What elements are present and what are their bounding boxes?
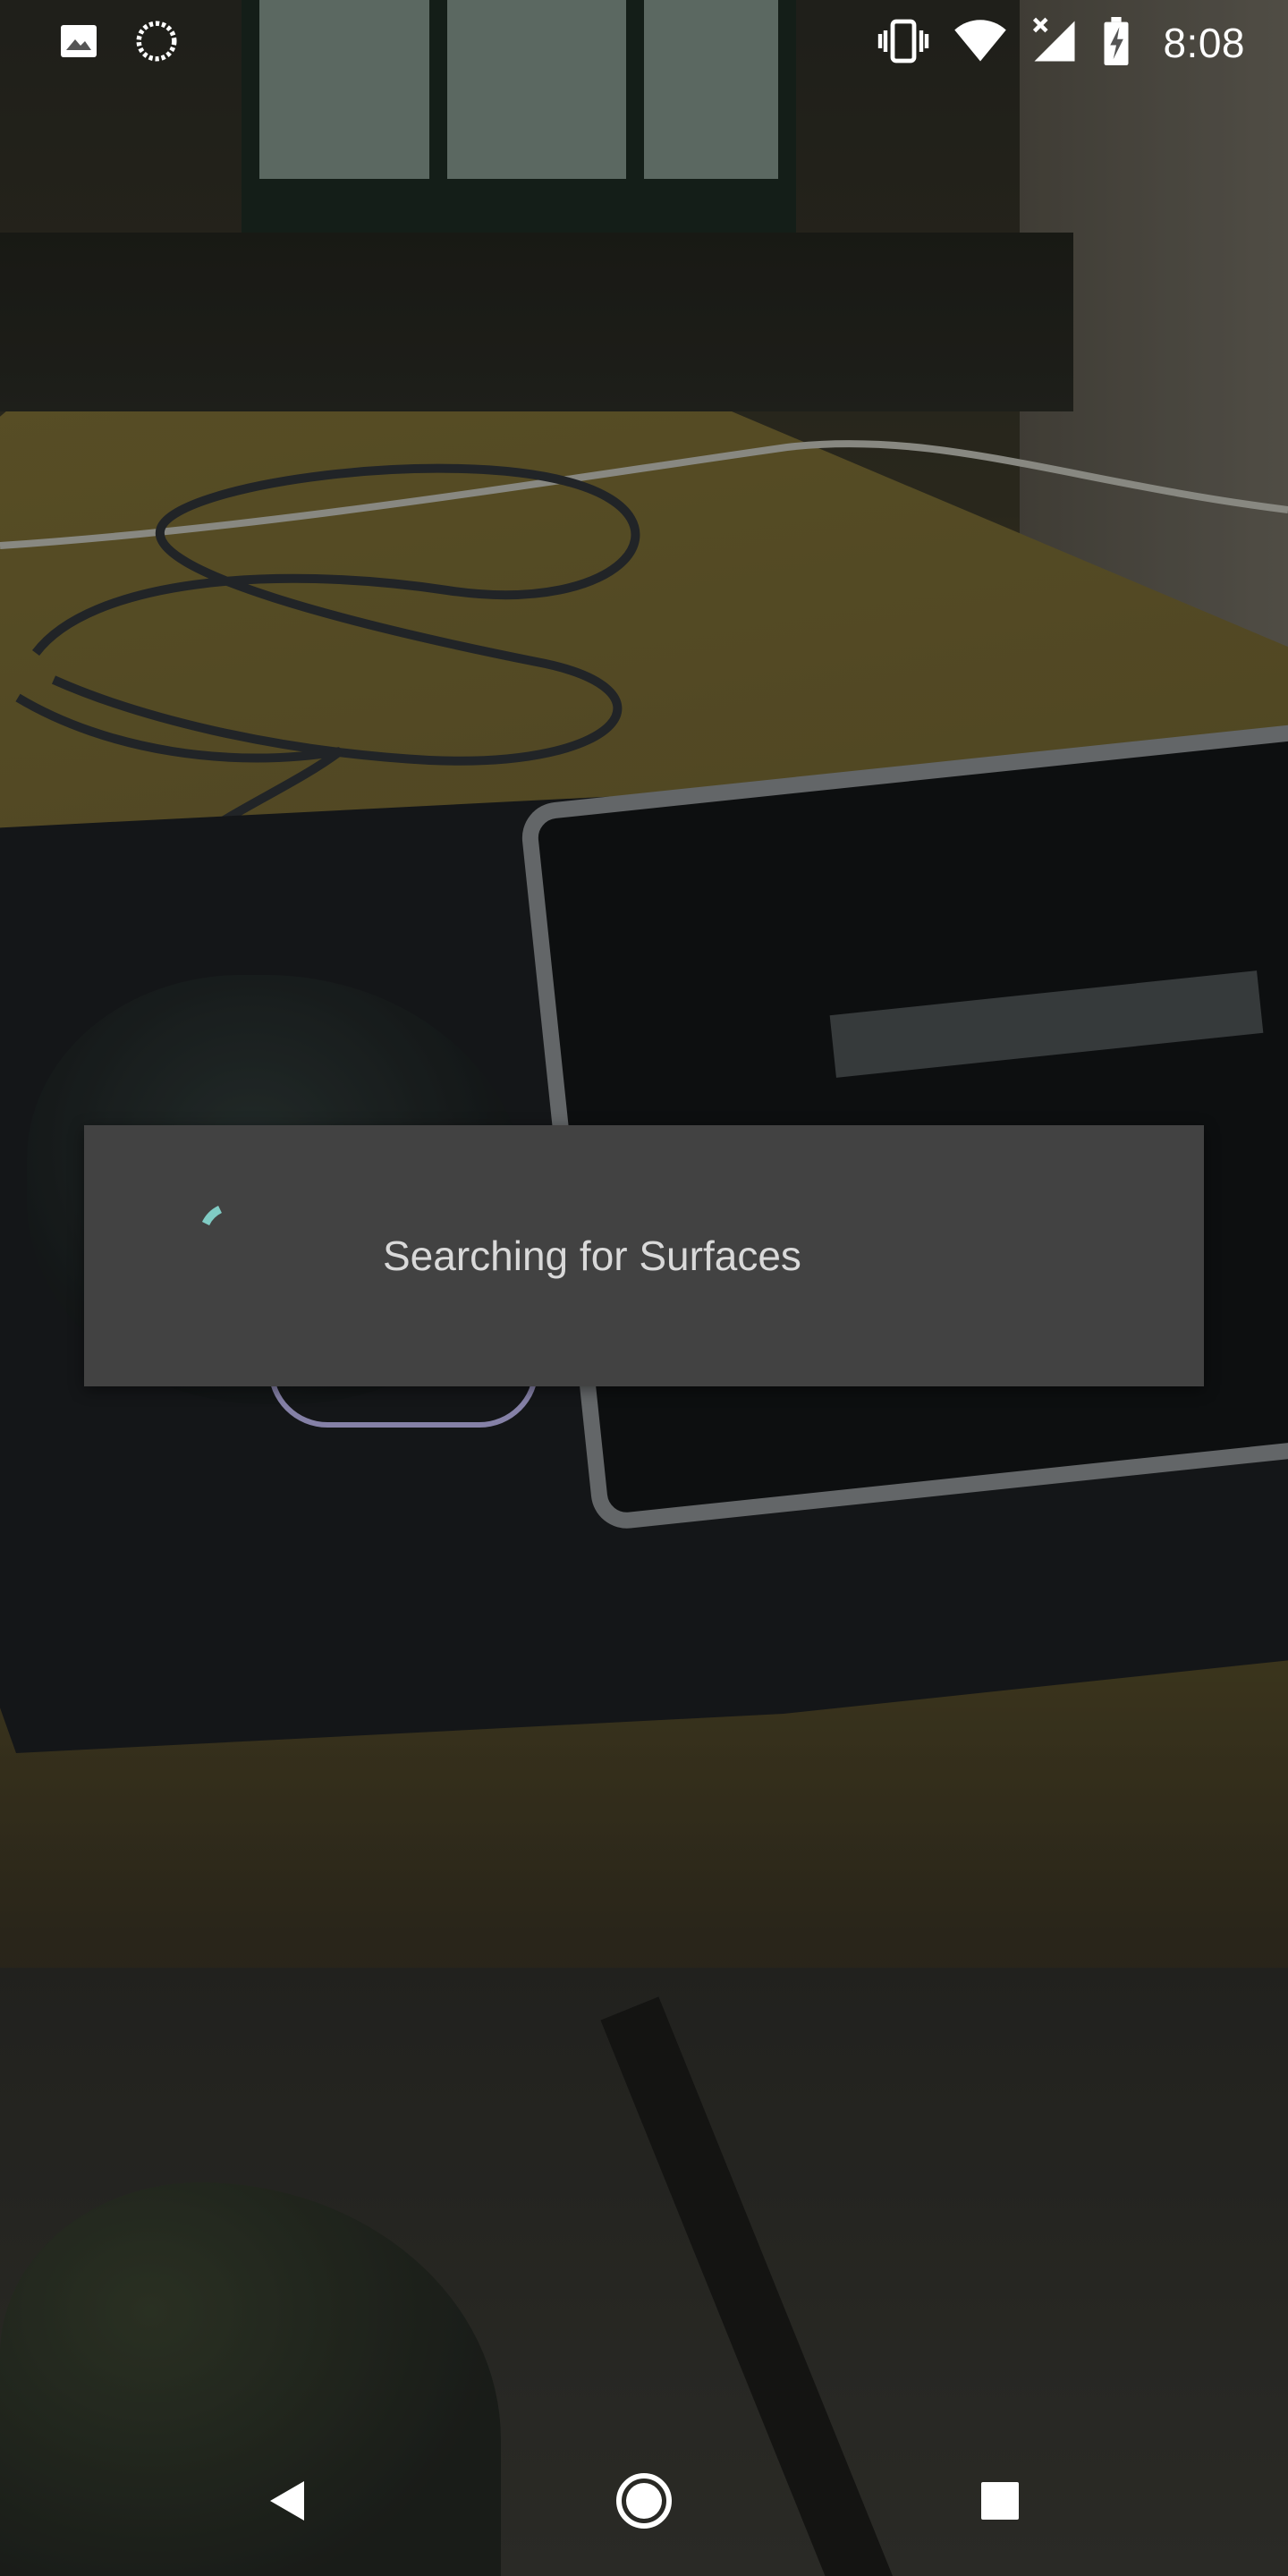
- status-bar: 8:08: [0, 0, 1288, 86]
- cellular-no-data-icon: [1030, 17, 1079, 70]
- dialog-message: Searching for Surfaces: [383, 1233, 801, 1279]
- back-button[interactable]: [233, 2447, 340, 2555]
- battery-charging-icon: [1102, 16, 1131, 70]
- progress-dialog: Searching for Surfaces: [84, 1125, 1204, 1386]
- screen: 8:08 Searching for Surfaces: [0, 0, 1288, 2576]
- recents-icon: [981, 2482, 1019, 2520]
- status-right-icons: 8:08: [877, 16, 1245, 70]
- recents-button[interactable]: [946, 2447, 1054, 2555]
- image-notification-icon: [57, 20, 100, 67]
- vibrate-icon: [877, 18, 930, 69]
- sync-progress-icon: [134, 19, 179, 68]
- back-icon: [270, 2481, 304, 2521]
- loading-spinner-icon: [182, 1188, 268, 1274]
- status-left-icons: [57, 19, 179, 68]
- home-icon: [616, 2473, 672, 2529]
- clock: 8:08: [1163, 20, 1245, 66]
- wifi-icon: [953, 19, 1007, 68]
- navigation-bar: [0, 2426, 1288, 2576]
- home-button[interactable]: [590, 2447, 698, 2555]
